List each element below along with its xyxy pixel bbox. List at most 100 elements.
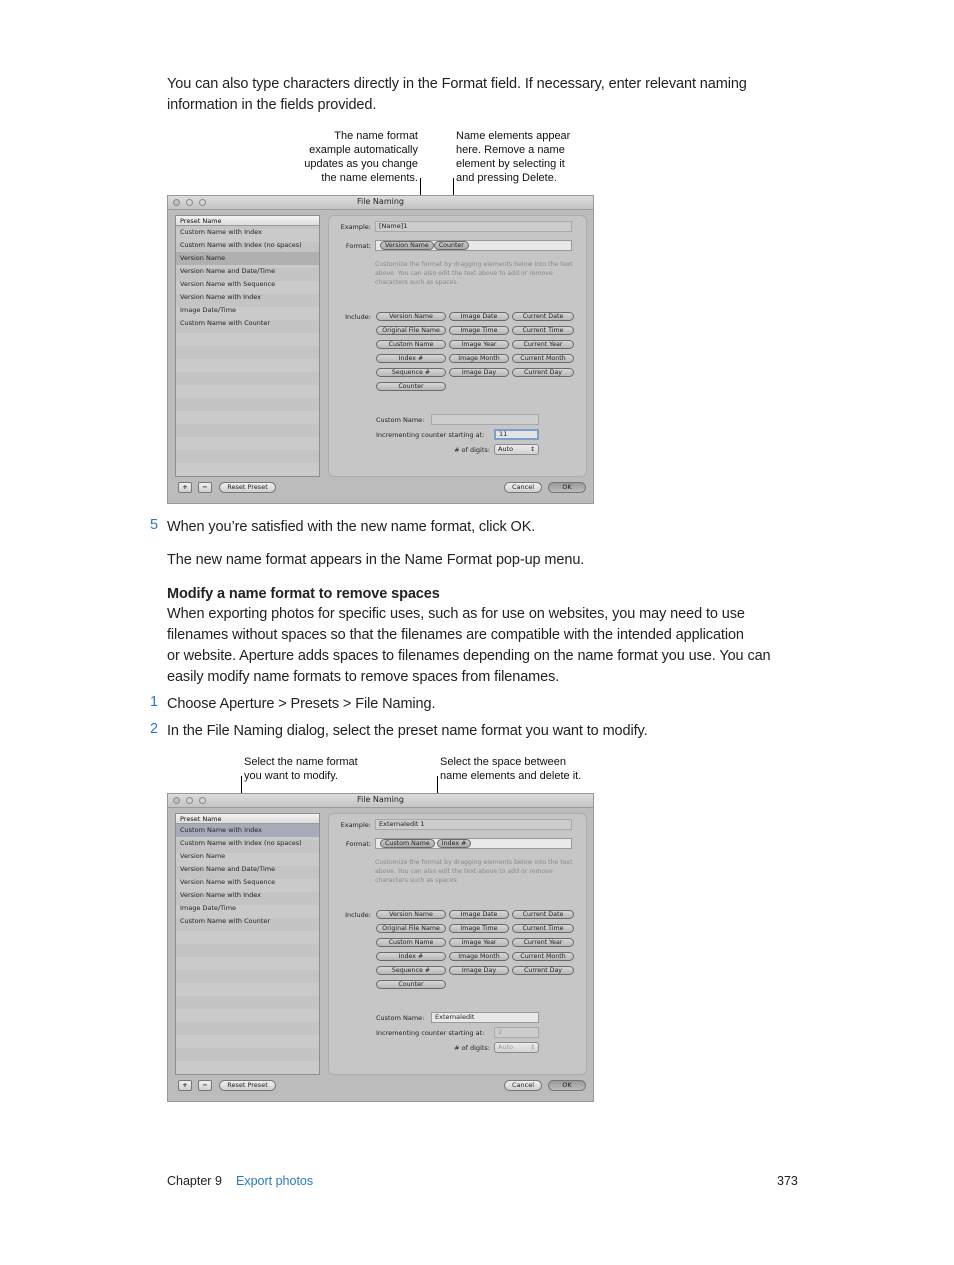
- add-preset-button[interactable]: +: [178, 482, 192, 493]
- callout-format-note: Name elements appear here. Remove a name…: [456, 129, 596, 185]
- example-label: Example:: [340, 821, 371, 829]
- preset-row[interactable]: Version Name and Date/Time: [176, 863, 319, 876]
- format-token[interactable]: Counter: [433, 241, 469, 250]
- preset-list[interactable]: Preset Name Custom Name with Index Custo…: [175, 813, 320, 1075]
- reset-preset-button[interactable]: Reset Preset: [219, 1080, 276, 1091]
- include-token[interactable]: Current Day: [512, 368, 574, 377]
- include-token[interactable]: Index #: [376, 952, 446, 961]
- preset-row[interactable]: Image Date/Time: [176, 902, 319, 915]
- preset-row[interactable]: Version Name with Index: [176, 291, 319, 304]
- preset-list-header[interactable]: Preset Name: [176, 216, 319, 226]
- step-text: In the File Naming dialog, select the pr…: [167, 723, 648, 739]
- reset-preset-button[interactable]: Reset Preset: [219, 482, 276, 493]
- include-token[interactable]: Current Month: [512, 354, 574, 363]
- include-token[interactable]: Custom Name: [376, 340, 446, 349]
- remove-preset-button[interactable]: −: [198, 1080, 212, 1091]
- step-text: Choose Aperture > Presets > File Naming.: [167, 696, 436, 712]
- digits-select[interactable]: Auto ↕: [494, 444, 539, 455]
- callout-line: The name format: [334, 130, 418, 142]
- format-panel: Example: [Name]1 Format: Version Name Cou…: [328, 215, 587, 477]
- include-token[interactable]: Image Date: [449, 910, 509, 919]
- include-token[interactable]: Sequence #: [376, 966, 446, 975]
- include-token[interactable]: Index #: [376, 354, 446, 363]
- preset-row-selected[interactable]: Custom Name with Index: [176, 824, 319, 837]
- cancel-button[interactable]: Cancel: [504, 482, 542, 493]
- format-token[interactable]: Index #: [436, 839, 472, 848]
- include-token[interactable]: Image Month: [449, 354, 509, 363]
- custom-name-field[interactable]: [431, 414, 539, 425]
- format-label: Format:: [345, 242, 371, 250]
- section-body-line: When exporting photos for specific uses,…: [167, 606, 745, 622]
- preset-row[interactable]: Version Name: [176, 850, 319, 863]
- format-field[interactable]: Custom Name Index #: [375, 838, 572, 849]
- include-token[interactable]: Image Time: [449, 924, 509, 933]
- preset-list[interactable]: Preset Name Custom Name with Index Custo…: [175, 215, 320, 477]
- include-token[interactable]: Original File Name: [376, 924, 446, 933]
- preset-row[interactable]: Custom Name with Index: [176, 226, 319, 239]
- format-token[interactable]: Custom Name: [380, 839, 435, 848]
- preset-row[interactable]: Image Date/Time: [176, 304, 319, 317]
- include-token[interactable]: Current Time: [512, 924, 574, 933]
- dialog-title: File Naming: [357, 795, 404, 804]
- preset-row-selected[interactable]: Version Name: [176, 252, 319, 265]
- updown-arrows-icon: ↕: [529, 1044, 535, 1051]
- preset-row[interactable]: Version Name with Sequence: [176, 278, 319, 291]
- include-token[interactable]: Current Year: [512, 938, 574, 947]
- include-token[interactable]: Original File Name: [376, 326, 446, 335]
- format-field[interactable]: Version Name Counter: [375, 240, 572, 251]
- digits-select[interactable]: Auto ↕: [494, 1042, 539, 1053]
- preset-row[interactable]: Custom Name with Counter: [176, 317, 319, 330]
- preset-row[interactable]: Custom Name with Index (no spaces): [176, 837, 319, 850]
- include-token[interactable]: Image Month: [449, 952, 509, 961]
- counter-label: Incrementing counter starting at:: [376, 1029, 485, 1037]
- include-token[interactable]: Current Date: [512, 312, 574, 321]
- format-token[interactable]: Version Name: [380, 241, 434, 250]
- example-label: Example:: [340, 223, 371, 231]
- include-token[interactable]: Current Month: [512, 952, 574, 961]
- page-number: 373: [777, 1174, 798, 1188]
- preset-row[interactable]: Custom Name with Index (no spaces): [176, 239, 319, 252]
- step-number: 1: [150, 694, 159, 710]
- preset-row[interactable]: Version Name with Index: [176, 889, 319, 902]
- digits-label: # of digits:: [454, 1044, 490, 1052]
- include-token[interactable]: Current Time: [512, 326, 574, 335]
- cancel-button[interactable]: Cancel: [504, 1080, 542, 1091]
- ok-button[interactable]: OK: [548, 1080, 586, 1091]
- add-preset-button[interactable]: +: [178, 1080, 192, 1091]
- counter-field[interactable]: 2: [494, 1027, 539, 1038]
- include-label: Include:: [345, 313, 371, 321]
- section-body-line: easily modify name formats to remove spa…: [167, 669, 560, 685]
- preset-row[interactable]: Version Name with Sequence: [176, 876, 319, 889]
- include-token[interactable]: Image Day: [449, 368, 509, 377]
- ok-button[interactable]: OK: [548, 482, 586, 493]
- include-label: Include:: [345, 911, 371, 919]
- preset-list-header[interactable]: Preset Name: [176, 814, 319, 824]
- footer-chapter-link[interactable]: Export photos: [236, 1174, 313, 1188]
- include-token[interactable]: Custom Name: [376, 938, 446, 947]
- include-token[interactable]: Counter: [376, 382, 446, 391]
- section-body-line: filenames without spaces so that the fil…: [167, 627, 744, 643]
- include-token[interactable]: Current Date: [512, 910, 574, 919]
- custom-name-field[interactable]: Externaledit: [431, 1012, 539, 1023]
- include-token[interactable]: Image Date: [449, 312, 509, 321]
- include-token[interactable]: Image Year: [449, 938, 509, 947]
- callout-line: the name elements.: [321, 172, 418, 184]
- include-token[interactable]: Version Name: [376, 910, 446, 919]
- include-token[interactable]: Sequence #: [376, 368, 446, 377]
- include-token[interactable]: Counter: [376, 980, 446, 989]
- preset-row[interactable]: Version Name and Date/Time: [176, 265, 319, 278]
- include-token[interactable]: Image Day: [449, 966, 509, 975]
- include-token[interactable]: Current Year: [512, 340, 574, 349]
- format-label: Format:: [345, 840, 371, 848]
- step-text: When you’re satisfied with the new name …: [167, 519, 536, 535]
- remove-preset-button[interactable]: −: [198, 482, 212, 493]
- include-token[interactable]: Current Day: [512, 966, 574, 975]
- step-number: 5: [150, 517, 159, 533]
- preset-row[interactable]: Custom Name with Counter: [176, 915, 319, 928]
- include-token[interactable]: Image Time: [449, 326, 509, 335]
- include-token[interactable]: Image Year: [449, 340, 509, 349]
- include-token[interactable]: Version Name: [376, 312, 446, 321]
- intro-line-1: You can also type characters directly in…: [167, 76, 747, 92]
- counter-field[interactable]: 11: [494, 429, 539, 440]
- digits-value: Auto: [498, 1043, 514, 1051]
